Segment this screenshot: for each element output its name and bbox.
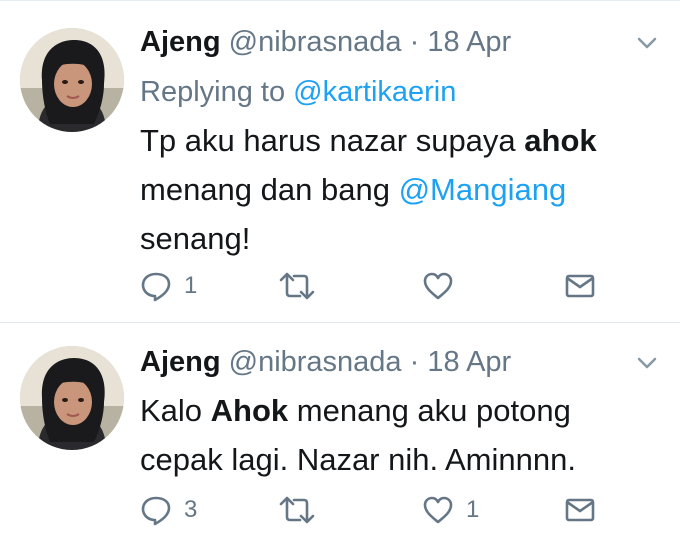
author-name[interactable]: Ajeng xyxy=(140,26,221,58)
avatar[interactable] xyxy=(20,28,124,132)
envelope-icon xyxy=(564,272,596,300)
retweet-button[interactable] xyxy=(278,490,328,530)
replying-to-mention[interactable]: @kartikaerin xyxy=(293,76,456,108)
replying-to-line: Replying to @kartikaerin xyxy=(140,72,456,112)
mention-link[interactable]: @Mangiang xyxy=(399,172,567,207)
reply-button[interactable]: 3 xyxy=(140,490,197,530)
text-line1: Tp aku harus nazar supaya xyxy=(140,123,525,158)
author-handle[interactable]: @nibrasnada xyxy=(229,26,402,58)
reply-bubble-icon xyxy=(140,270,172,302)
text-line2: menang dan bang xyxy=(140,172,399,207)
reply-count: 3 xyxy=(184,496,198,523)
tweet-header: Ajeng @nibrasnada · 18 Apr xyxy=(140,342,620,382)
tweet-2[interactable]: Ajeng @nibrasnada · 18 Apr Kalo Ahok men… xyxy=(0,324,680,540)
text-line2: cepak lagi. Nazar nih. Aminnnn. xyxy=(140,442,576,477)
bold-word: ahok xyxy=(524,123,597,158)
text-line1-start: Kalo xyxy=(140,393,211,428)
tweet-text: Tp aku harus nazar supaya ahok menang da… xyxy=(140,116,660,263)
author-handle[interactable]: @nibrasnada xyxy=(229,346,402,378)
replying-to-label: Replying to xyxy=(140,76,286,108)
bold-word: Ahok xyxy=(210,393,289,428)
retweet-icon xyxy=(278,271,316,301)
author-name[interactable]: Ajeng xyxy=(140,346,221,378)
retweet-button[interactable] xyxy=(278,266,328,306)
direct-message-button[interactable] xyxy=(564,490,596,530)
avatar[interactable] xyxy=(20,346,124,450)
reply-button[interactable]: 1 xyxy=(140,266,197,306)
heart-icon xyxy=(422,495,454,525)
tweet-content: Ajeng @nibrasnada · 18 Apr Replying to @… xyxy=(140,22,660,322)
tweet-date[interactable]: 18 Apr xyxy=(427,26,511,58)
chevron-down-icon[interactable] xyxy=(634,350,660,376)
tweet-date[interactable]: 18 Apr xyxy=(427,346,511,378)
text-line1-end: menang aku potong xyxy=(288,393,571,428)
tweet-header: Ajeng @nibrasnada · 18 Apr xyxy=(140,22,620,62)
tweet-text: Kalo Ahok menang aku potong cepak lagi. … xyxy=(140,386,660,484)
direct-message-button[interactable] xyxy=(564,266,596,306)
like-button[interactable]: 1 xyxy=(422,490,479,530)
reply-bubble-icon xyxy=(140,494,172,526)
reply-count: 1 xyxy=(184,272,198,299)
envelope-icon xyxy=(564,496,596,524)
tweet-content: Ajeng @nibrasnada · 18 Apr Kalo Ahok men… xyxy=(140,342,660,538)
separator-dot: · xyxy=(409,26,420,58)
action-bar: 1 xyxy=(140,266,660,306)
chevron-down-icon[interactable] xyxy=(634,30,660,56)
like-count: 1 xyxy=(466,496,480,523)
tweet-divider xyxy=(0,322,680,323)
heart-icon xyxy=(422,271,454,301)
action-bar: 3 1 xyxy=(140,490,660,530)
like-button[interactable] xyxy=(422,266,466,306)
separator-dot: · xyxy=(409,346,420,378)
text-line3: senang! xyxy=(140,221,251,256)
tweet-1[interactable]: Ajeng @nibrasnada · 18 Apr Replying to @… xyxy=(0,0,680,323)
retweet-icon xyxy=(278,495,316,525)
